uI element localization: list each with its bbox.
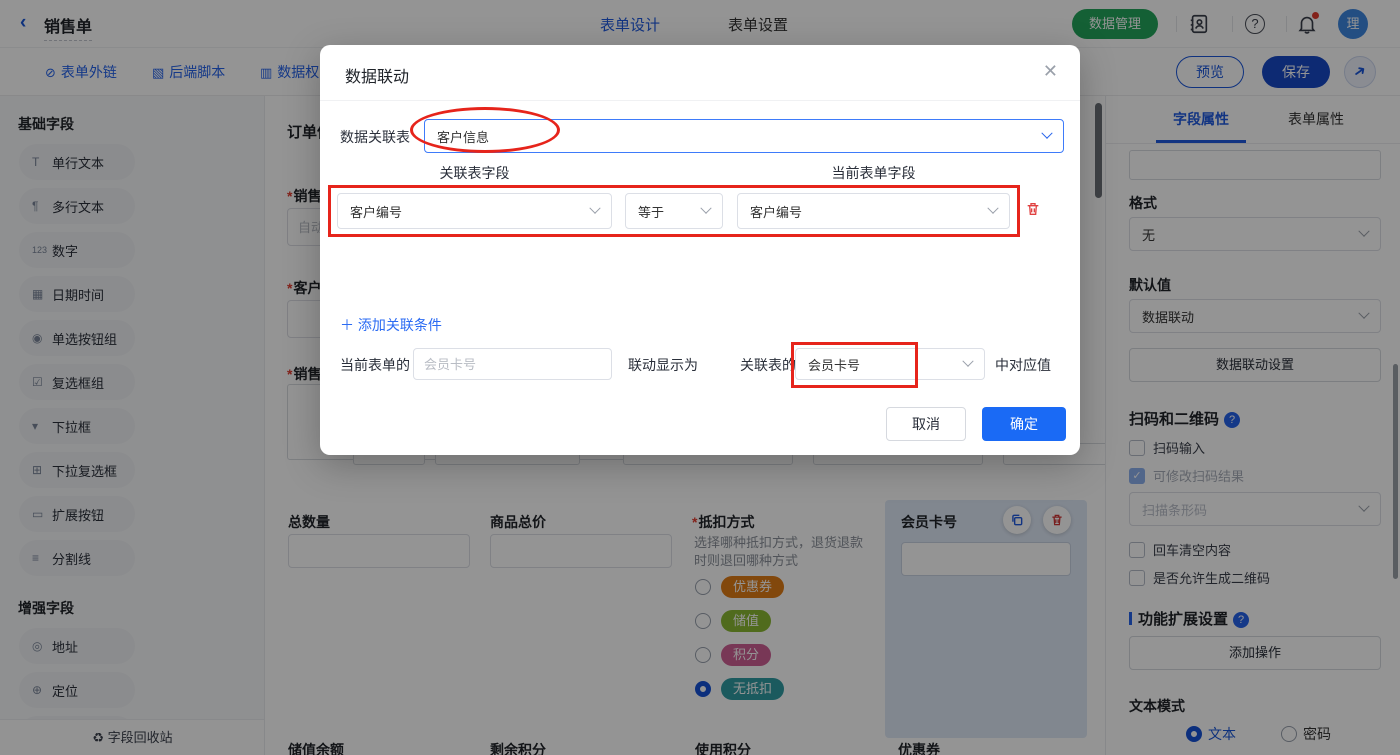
- add-condition-link[interactable]: ＋ 添加关联条件: [340, 315, 442, 335]
- trash-icon: [1025, 201, 1041, 217]
- condition-right-field-select[interactable]: 客户编号: [737, 193, 1010, 229]
- modal-title: 数据联动: [345, 63, 409, 87]
- current-field-input[interactable]: [413, 348, 612, 380]
- column-header-link-table-field: 关联表字段: [337, 163, 612, 183]
- link-table-select[interactable]: 客户信息: [424, 119, 1064, 153]
- current-form-prefix-label: 当前表单的: [340, 355, 410, 375]
- chevron-down-icon: [589, 203, 600, 214]
- divider: [320, 100, 1080, 101]
- delete-condition-button[interactable]: [1025, 201, 1041, 221]
- link-table-prefix-label: 关联表的: [740, 355, 796, 375]
- cancel-button[interactable]: 取消: [886, 407, 966, 441]
- chevron-down-icon: [700, 203, 711, 214]
- chevron-down-icon: [987, 203, 998, 214]
- linkage-display-label: 联动显示为: [628, 355, 698, 375]
- display-field-select[interactable]: 会员卡号: [795, 348, 985, 380]
- corresponding-value-label: 中对应值: [995, 355, 1051, 375]
- link-table-label: 数据关联表: [340, 127, 410, 147]
- chevron-down-icon: [1041, 128, 1052, 139]
- column-header-current-form-field: 当前表单字段: [737, 163, 1010, 183]
- condition-left-field-select[interactable]: 客户编号: [337, 193, 612, 229]
- close-icon[interactable]: ✕: [1043, 61, 1058, 82]
- chevron-down-icon: [962, 356, 973, 367]
- condition-operator-select[interactable]: 等于: [625, 193, 723, 229]
- confirm-button[interactable]: 确定: [982, 407, 1066, 441]
- data-linkage-modal: 数据联动 ✕ 数据关联表 客户信息 关联表字段 当前表单字段 客户编号 等于 客…: [320, 45, 1080, 455]
